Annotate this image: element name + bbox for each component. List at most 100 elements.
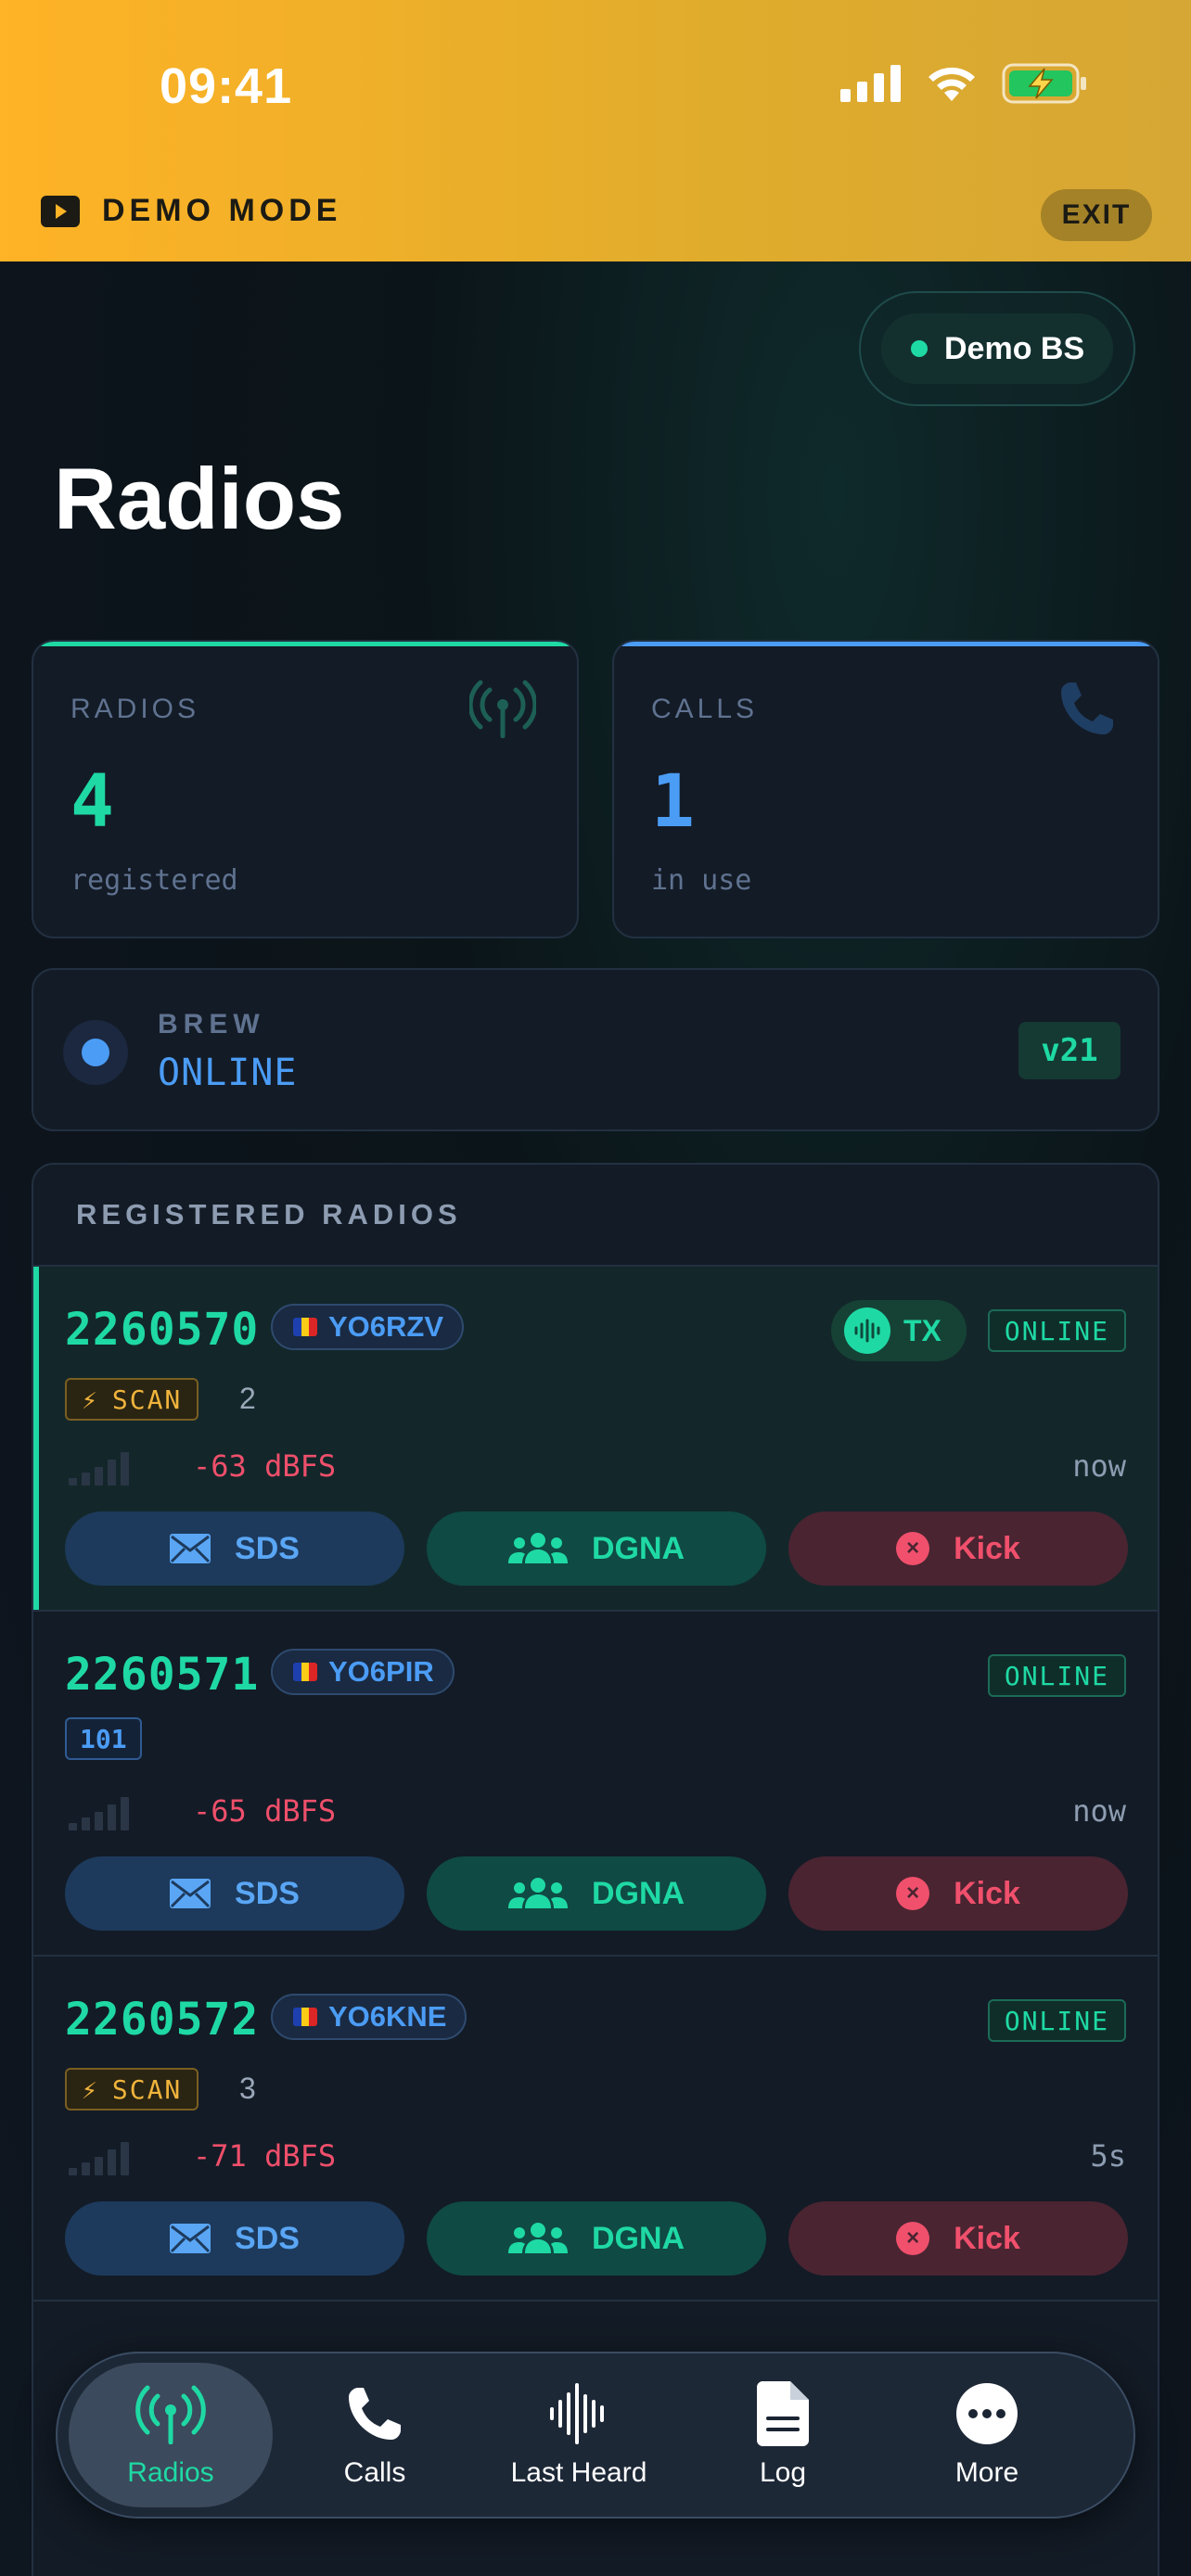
scan-count: 2 [239, 1382, 256, 1415]
sds-label: SDS [235, 1530, 300, 1566]
callsign-badge: YO6PIR [271, 1649, 455, 1695]
radio-id[interactable]: 2260570 [65, 1304, 259, 1356]
sds-button[interactable]: SDS [65, 1856, 404, 1931]
close-circle-icon: × [896, 1877, 930, 1910]
scan-tag: ⚡ SCAN [65, 1378, 199, 1421]
callsign-badge: YO6KNE [271, 1994, 467, 2040]
dgna-label: DGNA [591, 1530, 685, 1566]
sds-button[interactable]: SDS [65, 1511, 404, 1586]
signal-strength-icon [69, 1450, 129, 1486]
status-badge: ONLINE [987, 1999, 1126, 2042]
signal-strength-icon [69, 2140, 129, 2175]
romania-flag-icon [293, 1318, 317, 1336]
radios-stat-label: RADIOS [70, 694, 200, 724]
tab-log[interactable]: Log [681, 2363, 885, 2507]
sds-button[interactable]: SDS [65, 2201, 404, 2276]
tab-label: Radios [127, 2457, 214, 2488]
antenna-icon [469, 680, 536, 738]
kick-button[interactable]: × Kick [788, 2201, 1128, 2276]
radio-row[interactable]: 2260571 YO6PIR ONLINE 101 -65 dBFS now S… [33, 1612, 1158, 1957]
dgna-label: DGNA [591, 1875, 685, 1911]
last-seen: now [1072, 1793, 1126, 1829]
tab-label: More [954, 2457, 1019, 2488]
base-station-label: Demo BS [944, 330, 1085, 366]
antenna-icon [135, 2385, 206, 2444]
radios-stat-card: RADIOS 4 registered [32, 640, 579, 938]
scan-label: SCAN [111, 2073, 183, 2105]
callsign-text: YO6KNE [328, 2000, 447, 2033]
kick-button[interactable]: × Kick [788, 1856, 1128, 1931]
dgna-button[interactable]: DGNA [427, 2201, 766, 2276]
page-title: Radios [54, 450, 345, 547]
radio-row[interactable]: 2260572 YO6KNE ONLINE ⚡ SCAN 3 -71 dBFS … [33, 1957, 1158, 2302]
callsign-text: YO6PIR [328, 1655, 434, 1688]
callsign-badge: YO6RZV [271, 1304, 465, 1350]
brew-label: BREW [158, 1009, 265, 1039]
radio-row[interactable]: 2260570 YO6RZV TX ONLINE ⚡ SCAN 2 -63 dB… [33, 1267, 1158, 1612]
battery-charging-icon [1002, 63, 1086, 104]
radio-id[interactable]: 2260572 [65, 1994, 259, 2046]
wifi-icon [928, 67, 975, 101]
romania-flag-icon [293, 2008, 317, 2026]
scan-tag: ⚡ SCAN [65, 2068, 199, 2111]
tab-last-heard[interactable]: Last Heard [477, 2363, 681, 2507]
radio-id[interactable]: 2260571 [65, 1649, 259, 1701]
ellipsis-icon [956, 2383, 1018, 2444]
registered-radios-title: REGISTERED RADIOS [76, 1198, 462, 1231]
sds-label: SDS [235, 1875, 300, 1911]
waveform-icon [550, 2383, 604, 2444]
tab-more[interactable]: More [885, 2363, 1089, 2507]
tx-label: TX [903, 1313, 941, 1347]
bottom-tab-bar: Radios Calls Last Heard Log More [56, 2352, 1135, 2519]
brew-status-card: BREW ONLINE v21 [32, 968, 1159, 1131]
phone-icon [349, 2388, 401, 2440]
sds-label: SDS [235, 2220, 300, 2256]
radios-stat-sub: registered [70, 864, 238, 897]
callsign-text: YO6RZV [328, 1310, 444, 1343]
envelope-icon [170, 1879, 211, 1908]
calls-stat-value: 1 [651, 760, 695, 844]
signal-dbfs: -65 dBFS [193, 1793, 337, 1829]
brew-status: ONLINE [158, 1052, 298, 1094]
lightning-icon: ⚡ [82, 2073, 99, 2105]
envelope-icon [170, 2224, 211, 2253]
demo-banner: 09:41 DEMO MODE EXIT [0, 0, 1191, 261]
status-badge: ONLINE [987, 1309, 1126, 1352]
calls-stat-card: CALLS 1 in use [612, 640, 1159, 938]
group-icon [507, 1533, 568, 1563]
signal-dbfs: -63 dBFS [193, 1448, 337, 1484]
signal-dbfs: -71 dBFS [193, 2138, 337, 2174]
dgna-button[interactable]: DGNA [427, 1856, 766, 1931]
tab-radios[interactable]: Radios [69, 2363, 273, 2507]
kick-label: Kick [954, 2220, 1020, 2256]
kick-button[interactable]: × Kick [788, 1511, 1128, 1586]
base-station-selector[interactable]: Demo BS [859, 291, 1135, 406]
lightning-icon: ⚡ [82, 1384, 99, 1415]
status-icons [840, 63, 1087, 104]
waveform-icon [844, 1307, 890, 1354]
last-seen: 5s [1090, 2138, 1126, 2174]
demo-mode-label: DEMO MODE [102, 193, 342, 228]
tx-indicator: TX [831, 1300, 967, 1361]
tab-calls[interactable]: Calls [273, 2363, 477, 2507]
brew-status-indicator [63, 1020, 128, 1085]
last-seen: now [1072, 1448, 1126, 1484]
demo-mode-indicator: DEMO MODE [41, 193, 341, 229]
dgna-button[interactable]: DGNA [427, 1511, 766, 1586]
phone-icon [1061, 682, 1113, 734]
cellular-signal-icon [840, 65, 901, 102]
radios-stat-value: 4 [70, 760, 114, 844]
group-icon [507, 1878, 568, 1908]
tab-label: Calls [343, 2457, 406, 2488]
base-station-status-dot [911, 340, 928, 357]
document-icon [757, 2381, 809, 2446]
exit-demo-button[interactable]: EXIT [1041, 189, 1152, 241]
status-badge: ONLINE [987, 1654, 1126, 1697]
brew-version-badge: v21 [1018, 1022, 1121, 1079]
envelope-icon [170, 1534, 211, 1563]
romania-flag-icon [293, 1663, 317, 1681]
close-circle-icon: × [896, 1532, 930, 1565]
scan-label: SCAN [111, 1384, 183, 1415]
tab-label: Log [759, 2457, 807, 2488]
calls-stat-label: CALLS [651, 694, 759, 724]
